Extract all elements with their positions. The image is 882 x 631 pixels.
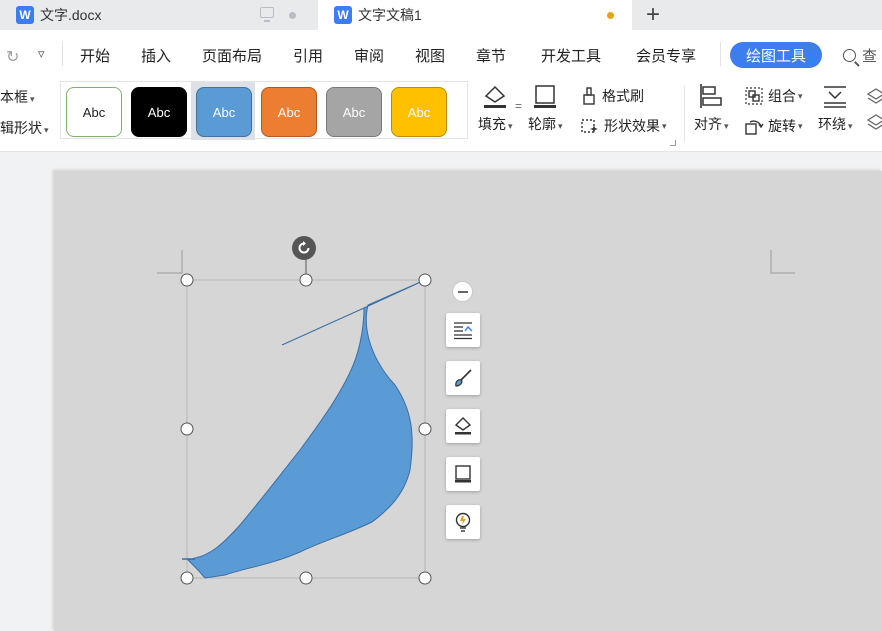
resize-handle-top[interactable]: [299, 273, 313, 287]
drawing-layer: [157, 250, 795, 585]
freeform-shape[interactable]: [187, 279, 426, 579]
resize-handle-bottom-right[interactable]: [418, 571, 432, 585]
minus-icon: [457, 290, 468, 293]
layout-options-button[interactable]: [446, 313, 480, 347]
shape-style-button[interactable]: [446, 361, 480, 395]
lightbulb-icon: [455, 512, 471, 532]
resize-handle-left[interactable]: [180, 422, 194, 436]
margin-corner-mark: [157, 250, 183, 274]
resize-handle-right[interactable]: [418, 422, 432, 436]
rotate-handle[interactable]: [292, 236, 316, 260]
collapse-toolbar-button[interactable]: [452, 281, 473, 302]
shape-fill-button[interactable]: [446, 409, 480, 443]
layout-options-icon: [454, 322, 473, 340]
resize-handle-bottom-left[interactable]: [180, 571, 194, 585]
resize-handle-bottom[interactable]: [299, 571, 313, 585]
outline-icon: [455, 465, 471, 483]
smart-tips-button[interactable]: [446, 505, 480, 539]
shape-outline-button[interactable]: [446, 457, 480, 491]
resize-handle-top-left[interactable]: [180, 273, 194, 287]
brush-icon: [455, 369, 472, 387]
resize-handle-top-right[interactable]: [418, 273, 432, 287]
margin-corner-mark: [770, 250, 795, 274]
rotate-icon: [298, 241, 310, 254]
fill-icon: [454, 417, 472, 435]
